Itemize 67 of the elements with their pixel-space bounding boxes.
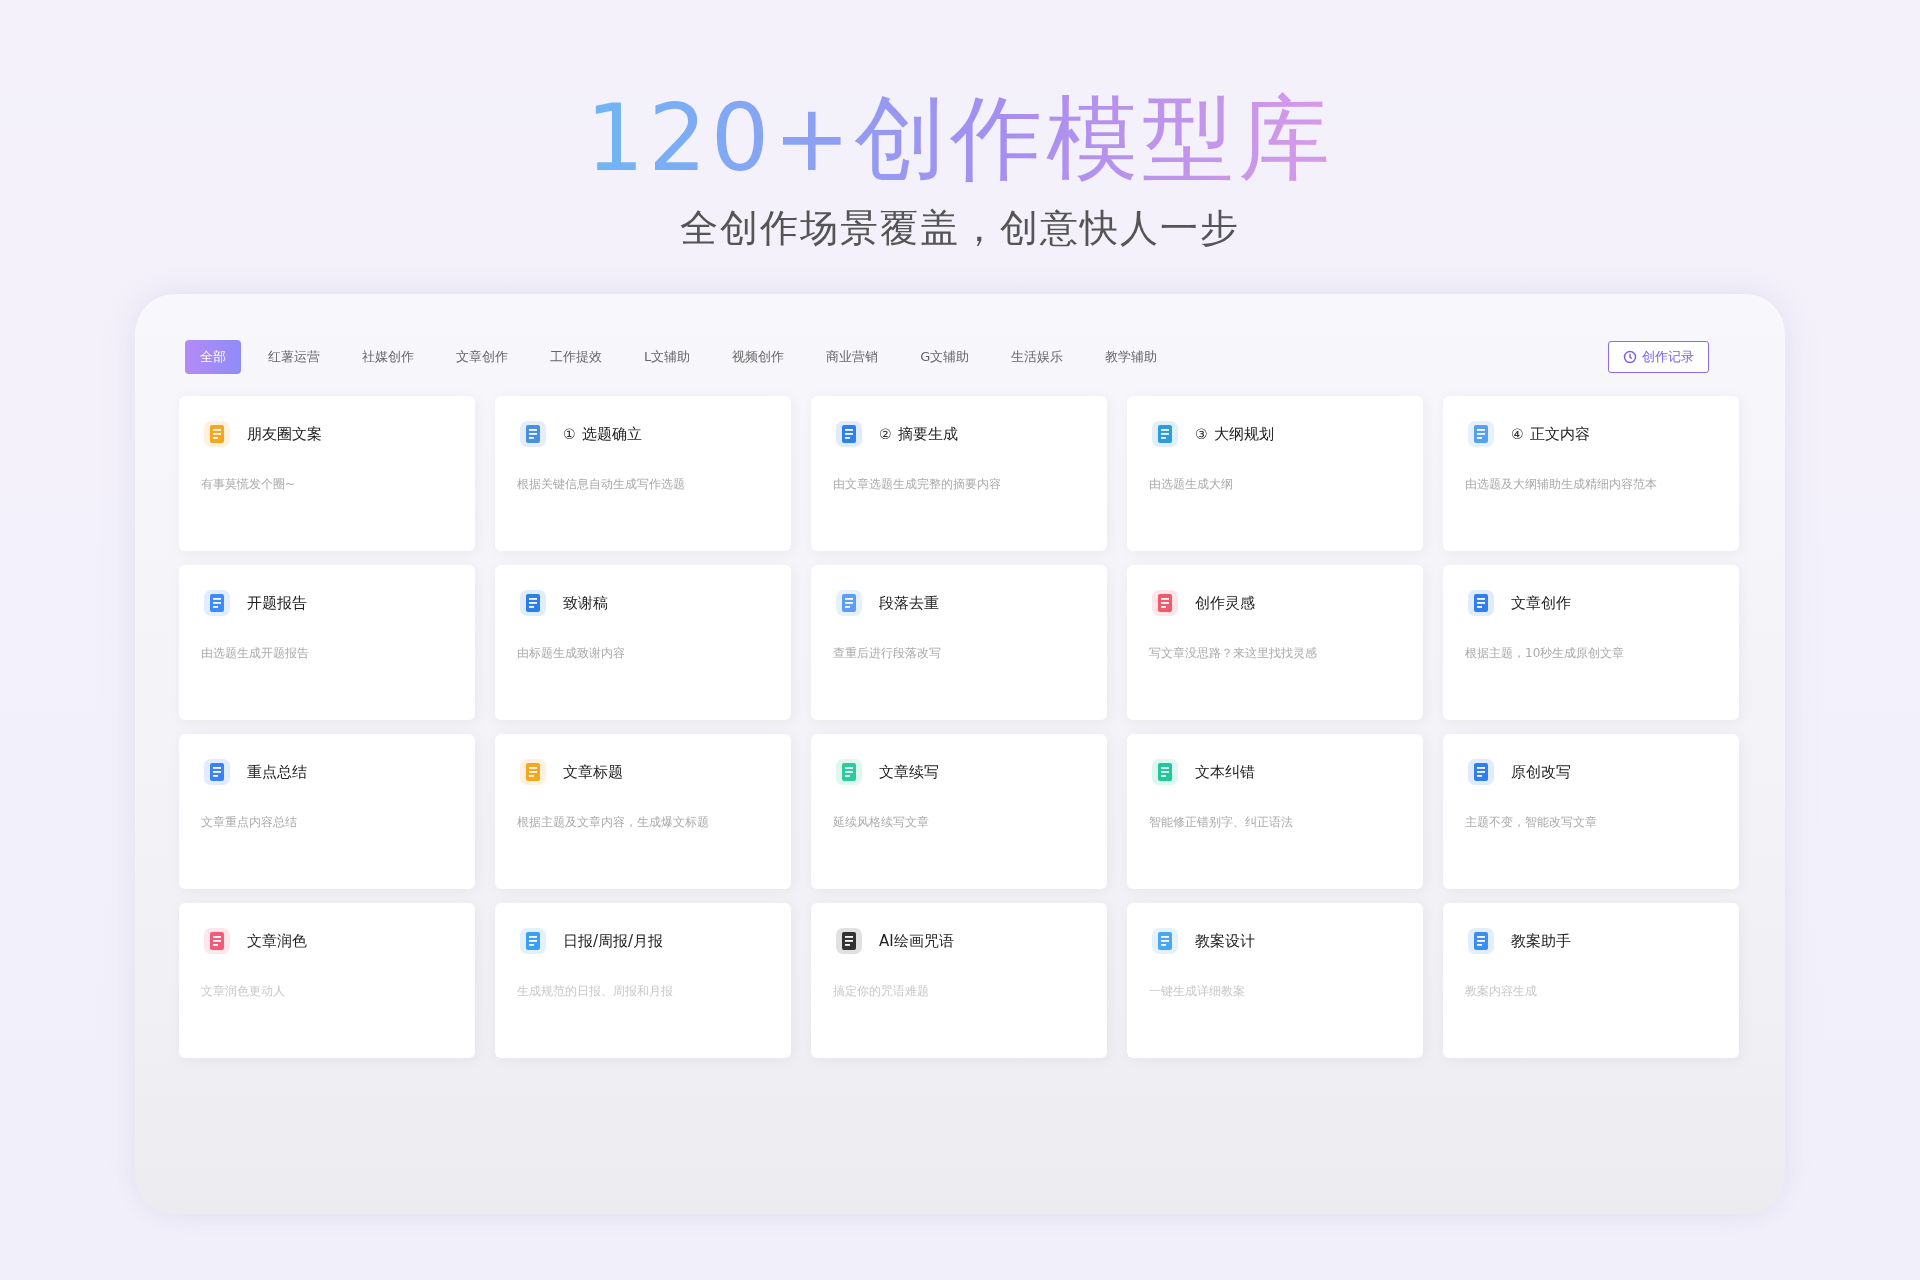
- card-description: 由文章选题生成完整的摘要内容: [833, 476, 1002, 494]
- card-description: 有事莫慌发个圈~: [201, 476, 297, 494]
- category-tab[interactable]: 文章创作: [441, 340, 523, 375]
- card-description: 由选题生成开题报告: [201, 645, 310, 663]
- step-number: ①: [563, 426, 576, 443]
- card-title: AI绘画咒语: [879, 931, 954, 951]
- category-tab[interactable]: 社媒创作: [347, 340, 429, 375]
- category-tab[interactable]: 视频创作: [717, 340, 800, 375]
- history-button[interactable]: 创作记录: [1608, 341, 1709, 374]
- hero-subtitle: 全创作场景覆盖，创意快人一步: [680, 205, 1240, 253]
- card-description: 智能修正错别字、纠正语法: [1149, 814, 1294, 832]
- card-description: 写文章没思路？来这里找找灵感: [1149, 645, 1318, 663]
- step-number: ④: [1511, 426, 1524, 443]
- card-description: 文章重点内容总结: [201, 814, 298, 832]
- model-card[interactable]: ④ 正文内容 由选题及大纲辅助生成精细内容范本: [1443, 396, 1739, 552]
- category-tab[interactable]: 生活娱乐: [996, 340, 1079, 375]
- card-title: 大纲规划: [1213, 424, 1274, 444]
- card-description: 根据关键信息自动生成写作选题: [517, 476, 686, 494]
- step-number: ③: [1195, 426, 1208, 443]
- category-tab[interactable]: 红薯运营: [253, 340, 335, 375]
- clock-icon: [1623, 350, 1637, 365]
- model-card[interactable]: 重点总结 文章重点内容总结: [179, 734, 475, 890]
- card-title: 段落去重: [879, 593, 939, 613]
- card-description: 查重后进行段落改写: [833, 645, 942, 663]
- model-card[interactable]: 朋友圈文案 有事莫慌发个圈~: [179, 396, 475, 552]
- card-title: 创作灵感: [1195, 593, 1255, 613]
- card-description: 由选题生成大纲: [1149, 476, 1234, 494]
- card-title: 重点总结: [247, 762, 307, 782]
- card-title: 文章创作: [1511, 593, 1571, 613]
- model-card[interactable]: 创作灵感 写文章没思路？来这里找找灵感: [1127, 565, 1423, 721]
- model-card[interactable]: 致谢稿 由标题生成致谢内容: [495, 565, 791, 721]
- model-card[interactable]: 文章续写 延续风格续写文章: [811, 734, 1107, 890]
- card-title: 文章润色: [247, 931, 307, 951]
- card-title: 文章标题: [563, 762, 623, 782]
- model-card[interactable]: ③ 大纲规划 由选题生成大纲: [1127, 396, 1423, 552]
- model-card[interactable]: 段落去重 查重后进行段落改写: [811, 565, 1107, 721]
- category-tab[interactable]: 商业营销: [811, 340, 894, 375]
- card-description: 根据主题，10秒生成原创文章: [1465, 645, 1626, 663]
- model-card[interactable]: 开题报告 由选题生成开题报告: [179, 565, 475, 721]
- card-title: 原创改写: [1511, 762, 1571, 782]
- card-title: 致谢稿: [563, 593, 608, 613]
- model-card[interactable]: ① 选题确立 根据关键信息自动生成写作选题: [495, 396, 791, 552]
- card-title: 文章续写: [879, 762, 939, 782]
- card-title: 朋友圈文案: [247, 424, 322, 444]
- step-number: ②: [879, 426, 892, 443]
- model-card[interactable]: ② 摘要生成 由文章选题生成完整的摘要内容: [811, 396, 1107, 552]
- model-card[interactable]: 文章创作 根据主题，10秒生成原创文章: [1443, 565, 1739, 721]
- category-tab[interactable]: L文辅助: [629, 340, 706, 375]
- card-title: 摘要生成: [897, 424, 958, 444]
- card-description: 延续风格续写文章: [833, 814, 930, 832]
- card-description: 由选题及大纲辅助生成精细内容范本: [1465, 476, 1658, 494]
- card-description: 根据主题及文章内容，生成爆文标题: [517, 814, 710, 832]
- card-title: 教案助手: [1511, 931, 1571, 951]
- model-card[interactable]: 文本纠错 智能修正错别字、纠正语法: [1127, 734, 1423, 890]
- model-card[interactable]: 原创改写 主题不变，智能改写文章: [1443, 734, 1739, 890]
- card-title: 教案设计: [1195, 931, 1255, 951]
- model-card[interactable]: 文章标题 根据主题及文章内容，生成爆文标题: [495, 734, 791, 890]
- card-description: 由标题生成致谢内容: [517, 645, 626, 663]
- card-title: 正文内容: [1529, 424, 1590, 444]
- card-description: 主题不变，智能改写文章: [1465, 814, 1598, 832]
- card-title: 文本纠错: [1195, 762, 1255, 782]
- card-title: 日报/周报/月报: [563, 931, 664, 951]
- card-title: 选题确立: [581, 424, 642, 444]
- category-tab[interactable]: 工作提效: [535, 340, 617, 375]
- card-title: 开题报告: [247, 593, 307, 613]
- category-tab[interactable]: G文辅助: [905, 340, 985, 375]
- category-tab[interactable]: 教学辅助: [1090, 340, 1173, 375]
